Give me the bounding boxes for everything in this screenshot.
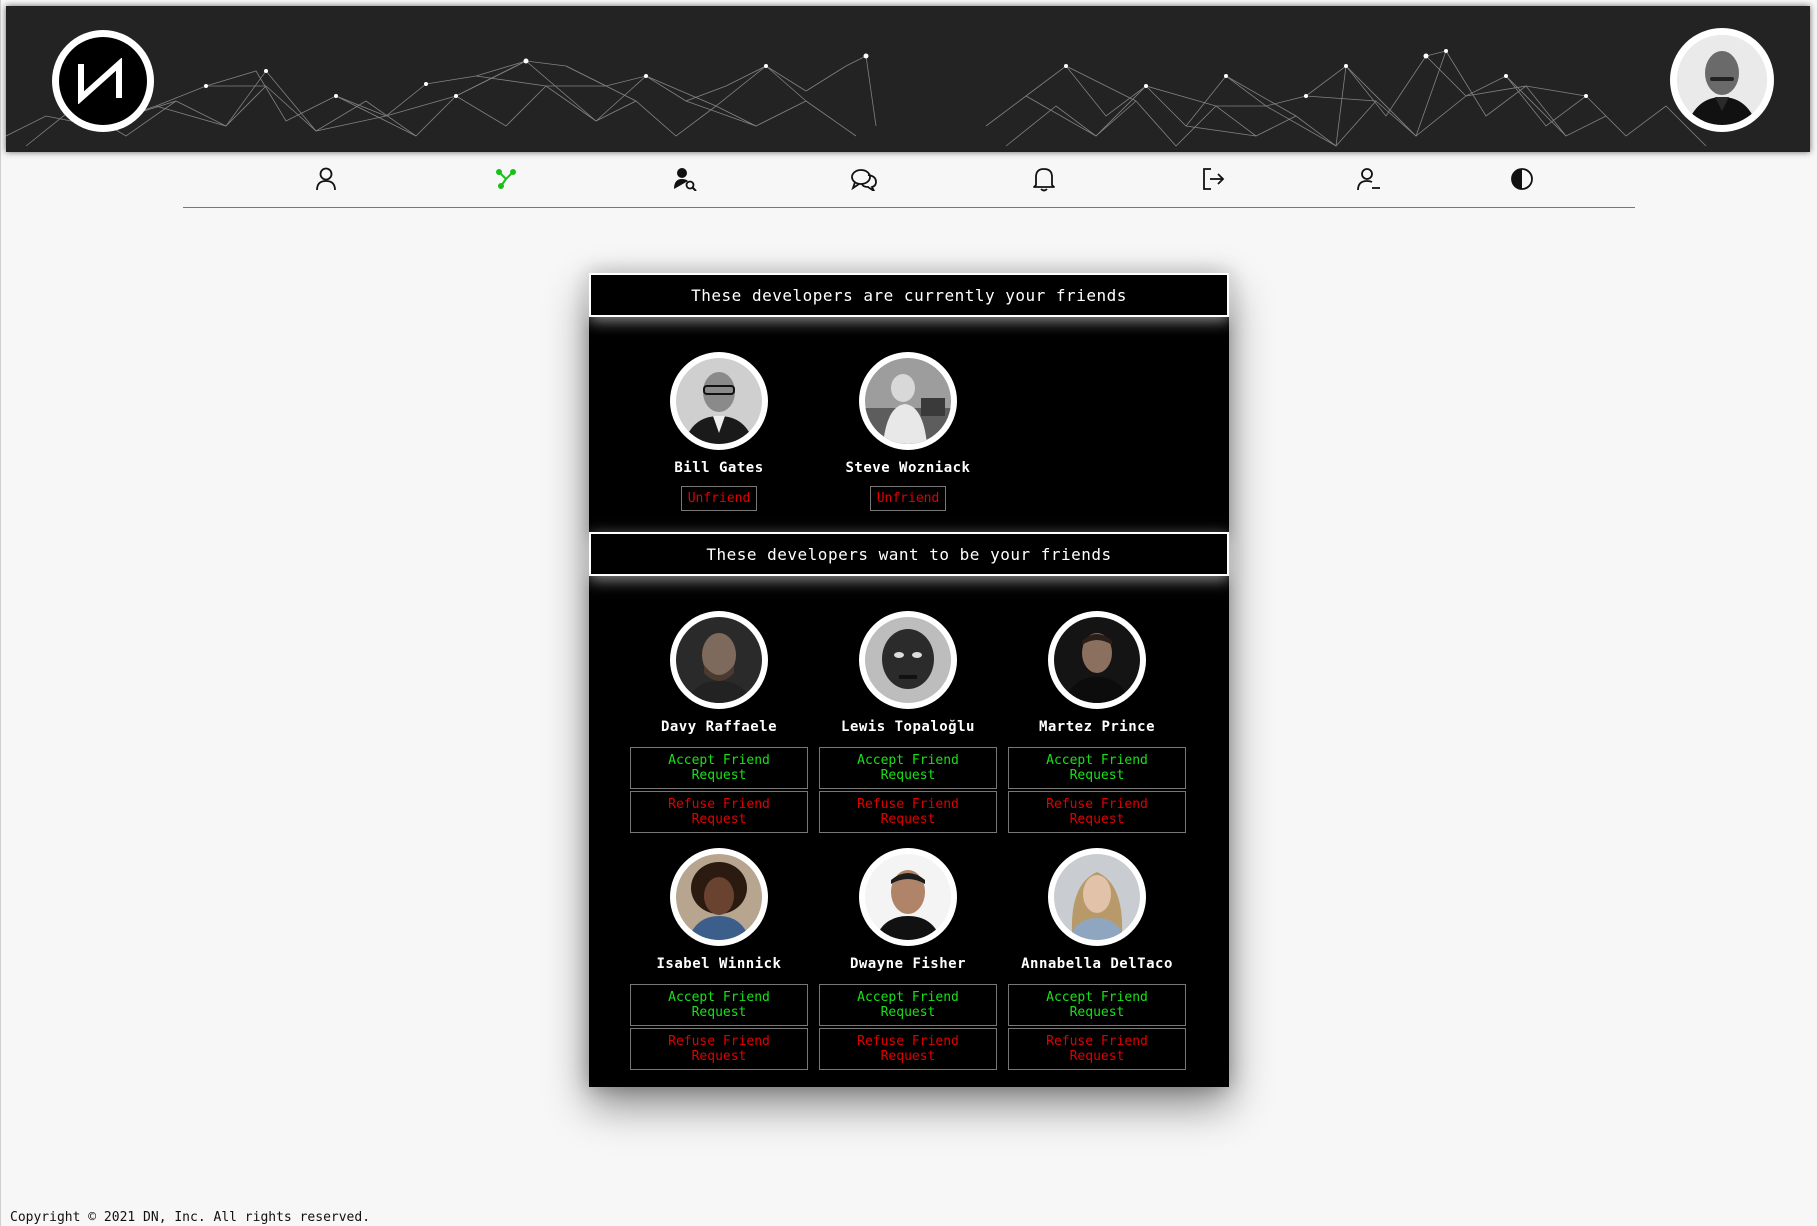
- footer-copyright: Copyright © 2021 DN, Inc. All rights res…: [10, 1210, 371, 1225]
- requester-name: Lewis Topaloğlu: [841, 719, 975, 735]
- refuse-request-button[interactable]: Refuse Friend Request: [1008, 1028, 1186, 1070]
- find-developer-icon[interactable]: [668, 162, 702, 196]
- accept-request-button[interactable]: Accept Friend Request: [630, 747, 808, 789]
- chat-icon[interactable]: [847, 162, 881, 196]
- avatar-photo: [1054, 617, 1140, 703]
- user-avatar[interactable]: [1670, 28, 1774, 132]
- unfriend-button[interactable]: Unfriend: [680, 486, 758, 511]
- requester-name: Isabel Winnick: [656, 956, 782, 972]
- current-friends-title: These developers are currently your frie…: [589, 273, 1229, 317]
- avatar-photo: [676, 854, 762, 940]
- contrast-icon[interactable]: [1505, 162, 1539, 196]
- avatar-photo: [676, 617, 762, 703]
- profile-icon[interactable]: [309, 162, 343, 196]
- refuse-request-button[interactable]: Refuse Friend Request: [630, 1028, 808, 1070]
- avatar[interactable]: [670, 352, 768, 450]
- user-avatar-photo: [1677, 35, 1767, 125]
- friend-name: Steve Wozniack: [845, 460, 971, 476]
- request-card: Annabella DelTaco Accept Friend Request …: [1007, 848, 1187, 1070]
- network-icon[interactable]: [489, 162, 523, 196]
- accept-request-button[interactable]: Accept Friend Request: [1008, 984, 1186, 1026]
- refuse-request-button[interactable]: Refuse Friend Request: [819, 1028, 997, 1070]
- avatar[interactable]: [859, 848, 957, 946]
- avatar[interactable]: [670, 848, 768, 946]
- avatar[interactable]: [859, 611, 957, 709]
- friend-card: Bill Gates Unfriend: [629, 352, 809, 511]
- unfriend-button[interactable]: Unfriend: [869, 486, 947, 511]
- friends-panel: These developers are currently your frie…: [589, 273, 1229, 1087]
- refuse-request-button[interactable]: Refuse Friend Request: [1008, 791, 1186, 833]
- friend-name: Bill Gates: [674, 460, 764, 476]
- refuse-request-button[interactable]: Refuse Friend Request: [819, 791, 997, 833]
- avatar-photo: [865, 854, 951, 940]
- avatar[interactable]: [670, 611, 768, 709]
- request-card: Lewis Topaloğlu Accept Friend Request Re…: [818, 611, 998, 833]
- friend-card: Steve Wozniack Unfriend: [818, 352, 998, 511]
- avatar[interactable]: [859, 352, 957, 450]
- remove-user-icon[interactable]: [1352, 162, 1386, 196]
- dn-logo[interactable]: [52, 30, 154, 132]
- avatar-photo: [1054, 854, 1140, 940]
- accept-request-button[interactable]: Accept Friend Request: [819, 747, 997, 789]
- logo-mark-icon: [59, 37, 147, 125]
- requester-name: Dwayne Fisher: [849, 956, 967, 972]
- header-banner: [6, 6, 1810, 152]
- friend-requests-title: These developers want to be your friends: [589, 532, 1229, 576]
- requester-name: Davy Raffaele: [660, 719, 778, 735]
- network-background: [6, 49, 1707, 147]
- bell-icon[interactable]: [1027, 162, 1061, 196]
- avatar-photo: [865, 358, 951, 444]
- requester-name: Martez Prince: [1038, 719, 1156, 735]
- request-card: Dwayne Fisher Accept Friend Request Refu…: [818, 848, 998, 1070]
- avatar-photo: [676, 358, 762, 444]
- avatar-photo: [865, 617, 951, 703]
- refuse-request-button[interactable]: Refuse Friend Request: [630, 791, 808, 833]
- avatar[interactable]: [1048, 848, 1146, 946]
- requester-name: Annabella DelTaco: [1021, 956, 1173, 972]
- avatar[interactable]: [1048, 611, 1146, 709]
- main-nav: [183, 152, 1635, 208]
- accept-request-button[interactable]: Accept Friend Request: [1008, 747, 1186, 789]
- accept-request-button[interactable]: Accept Friend Request: [819, 984, 997, 1026]
- request-card: Davy Raffaele Accept Friend Request Refu…: [629, 611, 809, 833]
- logout-icon[interactable]: [1196, 162, 1230, 196]
- request-card: Martez Prince Accept Friend Request Refu…: [1007, 611, 1187, 833]
- accept-request-button[interactable]: Accept Friend Request: [630, 984, 808, 1026]
- request-card: Isabel Winnick Accept Friend Request Ref…: [629, 848, 809, 1070]
